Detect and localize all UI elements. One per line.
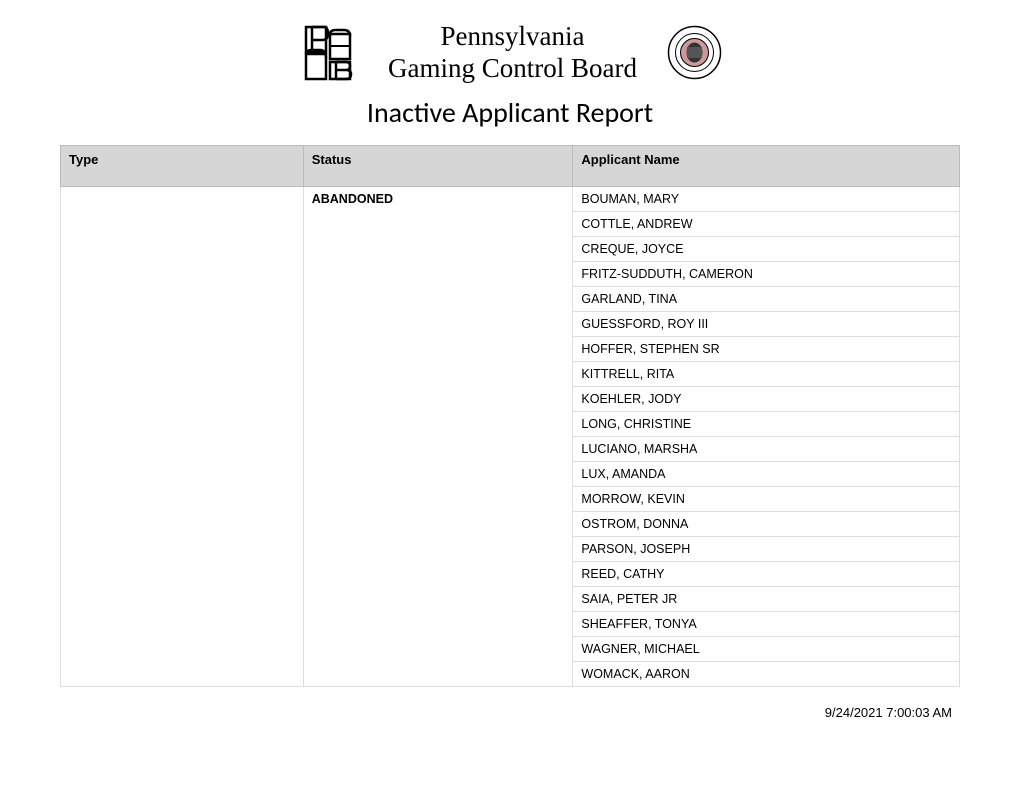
report-title: Inactive Applicant Report [60, 95, 960, 130]
timestamp: 9/24/2021 7:00:03 AM [825, 705, 952, 720]
report-footer: 9/24/2021 7:00:03 AM [60, 705, 960, 720]
applicant-name-cell: LUX, AMANDA [573, 461, 960, 486]
type-cell [61, 186, 304, 686]
applicant-name-cell: KITTRELL, RITA [573, 361, 960, 386]
applicant-name-cell: GARLAND, TINA [573, 286, 960, 311]
pa-seal-icon [667, 25, 722, 80]
applicant-name-cell: MORROW, KEVIN [573, 486, 960, 511]
pgcb-logo-icon [298, 22, 358, 82]
applicant-table: Type Status Applicant Name ABANDONEDBOUM… [60, 145, 960, 687]
applicant-name-cell: SAIA, PETER JR [573, 586, 960, 611]
table-row: ABANDONEDBOUMAN, MARY [61, 186, 960, 211]
applicant-name-cell: WOMACK, AARON [573, 661, 960, 686]
applicant-name-cell: COTTLE, ANDREW [573, 211, 960, 236]
org-name: Pennsylvania Gaming Control Board [388, 20, 637, 85]
applicant-name-cell: LUCIANO, MARSHA [573, 436, 960, 461]
applicant-name-cell: GUESSFORD, ROY III [573, 311, 960, 336]
applicant-name-cell: HOFFER, STEPHEN SR [573, 336, 960, 361]
applicant-name-cell: KOEHLER, JODY [573, 386, 960, 411]
table-header-row: Type Status Applicant Name [61, 145, 960, 186]
applicant-name-cell: CREQUE, JOYCE [573, 236, 960, 261]
col-header-status: Status [303, 145, 573, 186]
applicant-name-cell: REED, CATHY [573, 561, 960, 586]
applicant-name-cell: SHEAFFER, TONYA [573, 611, 960, 636]
applicant-name-cell: WAGNER, MICHAEL [573, 636, 960, 661]
org-name-line1: Pennsylvania [388, 20, 637, 52]
applicant-name-cell: OSTROM, DONNA [573, 511, 960, 536]
report-header: Pennsylvania Gaming Control Board [60, 20, 960, 85]
applicant-name-cell: PARSON, JOSEPH [573, 536, 960, 561]
status-cell: ABANDONED [303, 186, 573, 686]
applicant-name-cell: BOUMAN, MARY [573, 186, 960, 211]
org-name-line2: Gaming Control Board [388, 52, 637, 84]
applicant-name-cell: LONG, CHRISTINE [573, 411, 960, 436]
col-header-name: Applicant Name [573, 145, 960, 186]
applicant-name-cell: FRITZ-SUDDUTH, CAMERON [573, 261, 960, 286]
col-header-type: Type [61, 145, 304, 186]
